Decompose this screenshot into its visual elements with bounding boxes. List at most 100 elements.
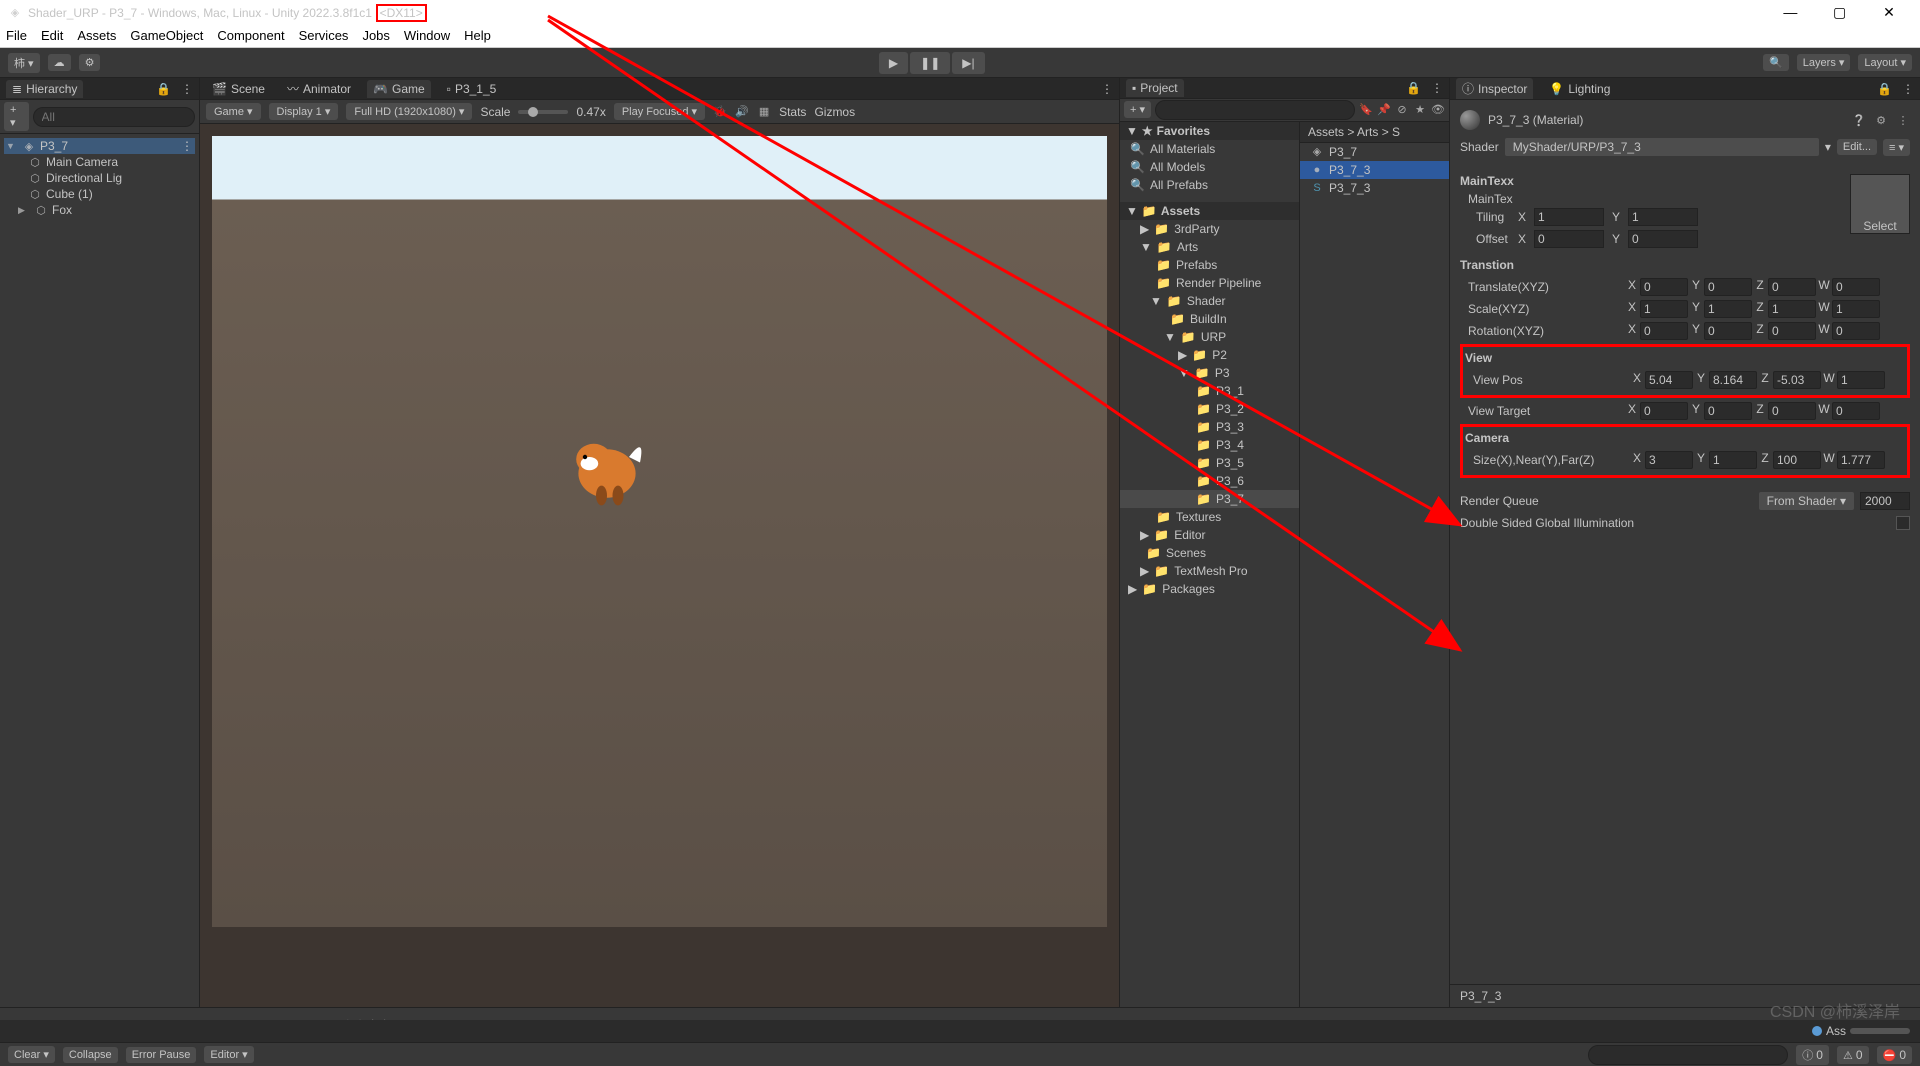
- hidden-icon[interactable]: 👁: [1431, 103, 1445, 117]
- hierarchy-tab[interactable]: ≣ Hierarchy: [6, 80, 83, 98]
- project-tab[interactable]: ▪Project: [1126, 79, 1184, 97]
- audio-icon[interactable]: 🔊: [735, 105, 749, 119]
- scene-tab[interactable]: 🎬Scene: [206, 80, 271, 98]
- mute-icon[interactable]: 🐞: [713, 105, 727, 119]
- layout-dropdown[interactable]: Layout ▾: [1858, 54, 1912, 71]
- scale-z-input[interactable]: [1768, 300, 1816, 318]
- camera-w-input[interactable]: [1837, 451, 1885, 469]
- viewtarget-w-input[interactable]: [1832, 402, 1880, 420]
- render-queue-dropdown[interactable]: From Shader ▾: [1759, 492, 1854, 510]
- viewtarget-y-input[interactable]: [1704, 402, 1752, 420]
- translate-w-input[interactable]: [1832, 278, 1880, 296]
- folder-p3-1[interactable]: 📁P3_1: [1120, 382, 1299, 400]
- favorites-header[interactable]: ▼★Favorites: [1120, 122, 1299, 140]
- scale-w-input[interactable]: [1832, 300, 1880, 318]
- folder-prefabs[interactable]: 📁Prefabs: [1120, 256, 1299, 274]
- offset-y-input[interactable]: [1628, 230, 1698, 248]
- folder-shader[interactable]: ▼📁Shader: [1120, 292, 1299, 310]
- folder-urp[interactable]: ▼📁URP: [1120, 328, 1299, 346]
- collapse-toggle[interactable]: Collapse: [63, 1047, 118, 1063]
- panel-menu-icon[interactable]: ⋮: [1101, 82, 1113, 96]
- translate-z-input[interactable]: [1768, 278, 1816, 296]
- asset-scene[interactable]: ◈P3_7: [1300, 143, 1449, 161]
- asset-shader[interactable]: SP3_7_3: [1300, 179, 1449, 197]
- create-dropdown[interactable]: + ▾: [1124, 101, 1151, 118]
- gizmos-toggle[interactable]: Gizmos: [814, 105, 855, 119]
- scale-y-input[interactable]: [1704, 300, 1752, 318]
- offset-x-input[interactable]: [1534, 230, 1604, 248]
- animator-tab[interactable]: 〰Animator: [281, 78, 357, 99]
- menu-jobs[interactable]: Jobs: [362, 28, 389, 43]
- translate-x-input[interactable]: [1640, 278, 1688, 296]
- folder-3rdparty[interactable]: ▶📁3rdParty: [1120, 220, 1299, 238]
- prefab-tab[interactable]: ▫P3_1_5: [441, 80, 503, 98]
- camera-z-input[interactable]: [1773, 451, 1821, 469]
- edit-button[interactable]: Edit...: [1837, 139, 1877, 155]
- menu-services[interactable]: Services: [299, 28, 349, 43]
- folder-editor[interactable]: ▶📁Editor: [1120, 526, 1299, 544]
- folder-p2[interactable]: ▶📁P2: [1120, 346, 1299, 364]
- cloud-icon[interactable]: ☁: [48, 54, 71, 71]
- panel-menu-icon[interactable]: ⋮: [181, 82, 193, 96]
- game-view[interactable]: [200, 124, 1119, 1007]
- viewpos-z-input[interactable]: [1773, 371, 1821, 389]
- info-count[interactable]: ⓘ 0: [1796, 1045, 1829, 1065]
- viewtarget-x-input[interactable]: [1640, 402, 1688, 420]
- shader-menu-icon[interactable]: ≡ ▾: [1883, 139, 1910, 156]
- warning-count[interactable]: ⚠ 0: [1837, 1046, 1869, 1064]
- menu-assets[interactable]: Assets: [77, 28, 116, 43]
- editor-dropdown[interactable]: Editor ▾: [204, 1046, 253, 1063]
- play-focused-dropdown[interactable]: Play Focused ▾: [614, 103, 705, 120]
- help-icon[interactable]: ❔: [1852, 113, 1866, 127]
- star-icon[interactable]: ★: [1413, 103, 1427, 117]
- game-dropdown[interactable]: Game ▾: [206, 103, 261, 120]
- pin-icon[interactable]: 📌: [1377, 103, 1391, 117]
- panel-menu-icon[interactable]: ⋮: [1431, 81, 1443, 95]
- folder-p3[interactable]: ▼📁P3: [1120, 364, 1299, 382]
- folder-render-pipeline[interactable]: 📁Render Pipeline: [1120, 274, 1299, 292]
- render-queue-input[interactable]: [1860, 492, 1910, 510]
- panel-lock-icon[interactable]: 🔒: [156, 82, 171, 96]
- rotation-y-input[interactable]: [1704, 322, 1752, 340]
- menu-edit[interactable]: Edit: [41, 28, 63, 43]
- resolution-dropdown[interactable]: Full HD (1920x1080) ▾: [346, 103, 472, 120]
- hierarchy-cube[interactable]: ⬡Cube (1): [4, 186, 195, 202]
- fav-prefabs[interactable]: 🔍All Prefabs: [1120, 176, 1299, 194]
- grid-icon[interactable]: ▦: [757, 105, 771, 119]
- folder-buildin[interactable]: 📁BuildIn: [1120, 310, 1299, 328]
- error-pause-toggle[interactable]: Error Pause: [126, 1047, 197, 1063]
- viewpos-w-input[interactable]: [1837, 371, 1885, 389]
- menu-file[interactable]: File: [6, 28, 27, 43]
- hierarchy-search-input[interactable]: [33, 107, 195, 127]
- camera-y-input[interactable]: [1709, 451, 1757, 469]
- viewpos-x-input[interactable]: [1645, 371, 1693, 389]
- translate-y-input[interactable]: [1704, 278, 1752, 296]
- rotation-x-input[interactable]: [1640, 322, 1688, 340]
- scene-root[interactable]: ▼◈ P3_7 ⋮: [4, 138, 195, 154]
- folder-p3-5[interactable]: 📁P3_5: [1120, 454, 1299, 472]
- rotation-w-input[interactable]: [1832, 322, 1880, 340]
- filter-icon[interactable]: 🔖: [1359, 103, 1373, 117]
- camera-x-input[interactable]: [1645, 451, 1693, 469]
- inspector-tab[interactable]: ⓘInspector: [1456, 78, 1533, 99]
- settings-icon[interactable]: ⚙: [79, 54, 101, 71]
- error-count[interactable]: ⛔ 0: [1877, 1046, 1912, 1064]
- preset-icon[interactable]: ⚙: [1874, 113, 1888, 127]
- folder-packages[interactable]: ▶📁Packages: [1120, 580, 1299, 598]
- lighting-tab[interactable]: 💡Lighting: [1543, 80, 1616, 98]
- folder-textures[interactable]: 📁Textures: [1120, 508, 1299, 526]
- folder-p3-7[interactable]: 📁P3_7: [1120, 490, 1299, 508]
- scale-slider[interactable]: [518, 110, 568, 114]
- hierarchy-main-camera[interactable]: ⬡Main Camera: [4, 154, 195, 170]
- account-dropdown[interactable]: 柿 ▾: [8, 53, 40, 73]
- close-button[interactable]: ✕: [1866, 4, 1912, 21]
- menu-icon[interactable]: ⋮: [1896, 113, 1910, 127]
- panel-menu-icon[interactable]: ⋮: [1902, 82, 1914, 96]
- breadcrumb[interactable]: Assets > Arts > S: [1300, 122, 1449, 143]
- hierarchy-fox[interactable]: ▶⬡Fox: [4, 202, 195, 218]
- play-button[interactable]: ▶: [879, 52, 908, 74]
- viewtarget-z-input[interactable]: [1768, 402, 1816, 420]
- viewpos-y-input[interactable]: [1709, 371, 1757, 389]
- asset-material[interactable]: ●P3_7_3: [1300, 161, 1449, 179]
- minimize-button[interactable]: —: [1767, 4, 1813, 20]
